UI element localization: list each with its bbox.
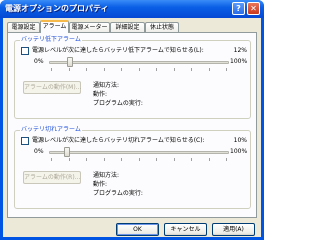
apply-button[interactable]: 適用(A)	[212, 223, 255, 236]
help-button[interactable]: ?	[232, 2, 245, 15]
low-alarm-action-button[interactable]: アラームの動作(M)...	[23, 81, 81, 94]
low-action-label: 動作:	[93, 91, 108, 98]
dialog-body: 電源設定 アラーム 電源メーター 詳細設定 休止状態 バッテリ低下アラーム 電源…	[3, 18, 261, 237]
critical-battery-alarm-group: バッテリ切れアラーム 電源レベルが次に達したらバッテリ切れアラームで知らせる(C…	[14, 126, 251, 209]
low-battery-max-label: 100%	[230, 58, 248, 65]
low-battery-slider-ticks	[51, 68, 227, 71]
critical-battery-alarm-label: 電源レベルが次に達したらバッテリ切れアラームで知らせる(C):	[32, 137, 205, 144]
critical-battery-slider-ticks	[51, 158, 227, 161]
group-title-critical-battery: バッテリ切れアラーム	[20, 126, 82, 134]
low-battery-alarm-label: 電源レベルが次に達したらバッテリ低下アラームで知らせる(L):	[32, 47, 204, 54]
low-battery-alarm-checkbox[interactable]	[21, 47, 29, 55]
critical-action-label: 動作:	[93, 181, 108, 188]
group-title-low-battery: バッテリ低下アラーム	[20, 36, 82, 44]
low-battery-slider-track	[49, 61, 229, 64]
critical-run-program-label: プログラムの実行:	[93, 190, 143, 197]
low-run-program-label: プログラムの実行:	[93, 100, 143, 107]
critical-battery-slider-thumb[interactable]	[64, 147, 70, 157]
low-notify-method-label: 通知方法:	[93, 82, 120, 89]
close-button[interactable]: ✕	[247, 2, 260, 15]
ok-button[interactable]: OK	[116, 223, 159, 236]
low-battery-level-value: 12%	[233, 47, 247, 54]
low-battery-alarm-group: バッテリ低下アラーム 電源レベルが次に達したらバッテリ低下アラームで知らせる(L…	[14, 36, 251, 119]
low-battery-min-label: 0%	[34, 58, 44, 65]
window-title: 電源オプションのプロパティ	[5, 4, 109, 13]
tab-alarms[interactable]: アラーム	[40, 20, 69, 33]
title-bar[interactable]: 電源オプションのプロパティ ? ✕	[0, 0, 264, 18]
cancel-button[interactable]: キャンセル	[164, 223, 207, 236]
critical-battery-slider-track	[49, 151, 229, 154]
low-battery-slider-thumb[interactable]	[67, 57, 73, 67]
alarms-panel: バッテリ低下アラーム 電源レベルが次に達したらバッテリ低下アラームで知らせる(L…	[7, 32, 257, 218]
critical-alarm-action-button[interactable]: アラームの動作(R)...	[23, 171, 81, 184]
critical-notify-method-label: 通知方法:	[93, 172, 120, 179]
critical-battery-min-label: 0%	[34, 148, 44, 155]
critical-battery-alarm-checkbox[interactable]	[21, 137, 29, 145]
critical-battery-max-label: 100%	[230, 148, 248, 155]
properties-window: 電源オプションのプロパティ ? ✕ 電源設定 アラーム 電源メーター 詳細設定 …	[0, 0, 264, 240]
critical-battery-level-value: 10%	[233, 137, 247, 144]
